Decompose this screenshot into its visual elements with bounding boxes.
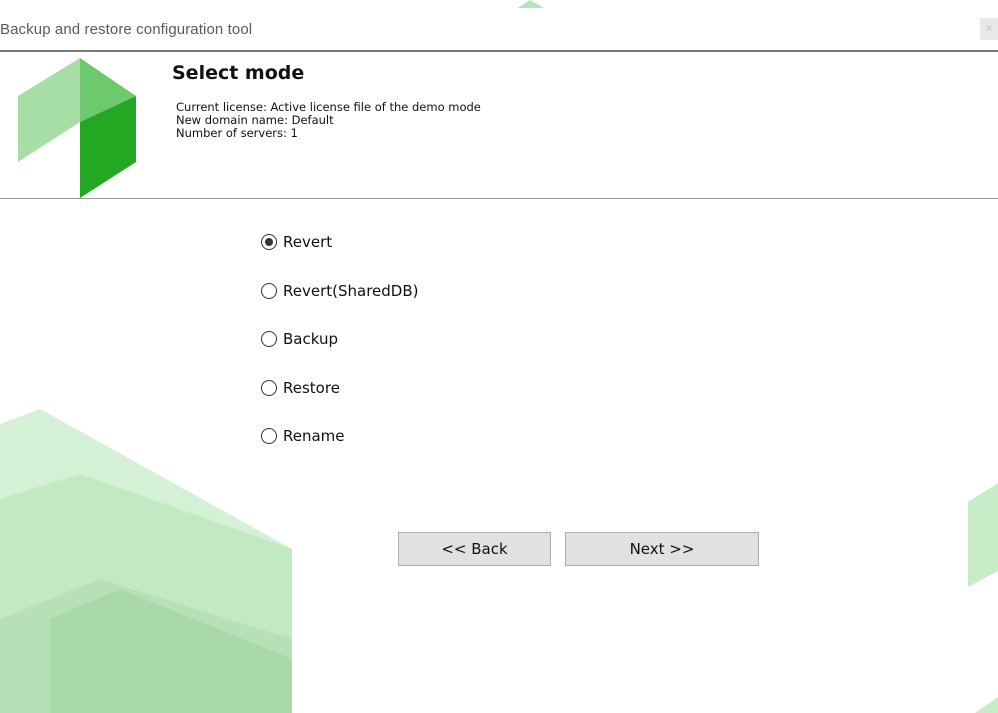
back-button[interactable]: << Back (398, 532, 551, 566)
next-button[interactable]: Next >> (565, 532, 759, 566)
radio-option-restore[interactable]: Restore (261, 377, 418, 399)
radio-label-backup[interactable]: Backup (283, 330, 338, 348)
radio-option-revert[interactable]: Revert (261, 231, 418, 253)
title-bar: Backup and restore configuration tool × (0, 8, 998, 52)
background-decoration (0, 409, 998, 713)
radio-button-restore[interactable] (261, 379, 277, 396)
page-title: Select mode (172, 62, 305, 84)
close-icon[interactable]: × (980, 18, 998, 40)
window-title: Backup and restore configuration tool (0, 21, 253, 38)
radio-label-revert-shareddb[interactable]: Revert(SharedDB) (283, 282, 418, 300)
radio-button-revert[interactable] (261, 234, 277, 250)
radio-button-revert-shareddb[interactable] (261, 282, 277, 299)
radio-option-revert-shareddb[interactable]: Revert(SharedDB) (261, 280, 418, 302)
servers-count-text: Number of servers: 1 (176, 126, 298, 140)
mode-radio-group: Revert Revert(SharedDB) Backup Restore R… (261, 231, 418, 474)
radio-button-backup[interactable] (261, 331, 277, 347)
radio-option-rename[interactable]: Rename (261, 425, 418, 447)
radio-button-rename[interactable] (261, 428, 277, 444)
radio-label-restore[interactable]: Restore (283, 379, 340, 397)
radio-option-backup[interactable]: Backup (261, 328, 418, 350)
radio-label-revert[interactable]: Revert (283, 233, 332, 251)
green-hexagon-logo-icon (18, 58, 136, 198)
radio-label-rename[interactable]: Rename (283, 427, 345, 445)
header-panel: Select mode Current license: Active lice… (0, 52, 998, 199)
license-info: Current license: Active license file of … (176, 101, 481, 140)
